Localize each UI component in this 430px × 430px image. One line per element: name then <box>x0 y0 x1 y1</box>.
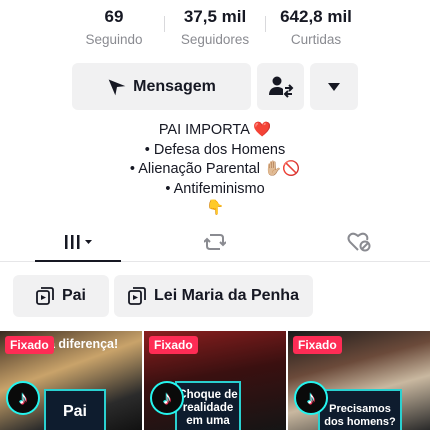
video-caption-top: a diferença! <box>48 337 119 351</box>
heart-hidden-icon <box>347 232 371 252</box>
likes-label: Curtidas <box>290 32 342 47</box>
bio-line: • Defesa dos Homens <box>144 141 286 158</box>
following-count: 69 <box>104 7 124 26</box>
pinned-badge: Fixado <box>5 336 54 354</box>
pinned-badge: Fixado <box>149 336 198 354</box>
bio-line: 👇 <box>205 200 225 216</box>
message-button-label: Mensagem <box>133 77 216 95</box>
playlist-icon <box>36 287 54 305</box>
tiktok-logo-icon: ♪ <box>150 381 184 415</box>
tab-videos[interactable] <box>38 222 118 262</box>
message-button[interactable]: Mensagem <box>72 63 251 110</box>
following-label: Seguindo <box>85 32 143 47</box>
tab-liked[interactable] <box>319 222 399 262</box>
playlist-label: Pai <box>61 287 86 304</box>
person-swap-icon <box>268 76 293 98</box>
profile-bio: PAI IMPORTA ❤️ • Defesa dos Homens • Ali… <box>0 121 430 219</box>
playlist-icon <box>128 287 146 305</box>
send-icon <box>108 79 126 95</box>
followers-count: 37,5 mil <box>183 7 247 26</box>
active-tab-indicator <box>35 260 121 262</box>
suggested-accounts-button[interactable] <box>257 63 304 110</box>
playlist-chip[interactable]: Lei Maria da Penha <box>114 275 313 317</box>
bio-line: PAI IMPORTA ❤️ <box>158 122 272 138</box>
likes-stat[interactable]: 642,8 mil Curtidas <box>266 6 366 49</box>
tiktok-logo-icon: ♪ <box>294 381 328 415</box>
more-options-button[interactable] <box>310 63 358 110</box>
video-caption-box: Precisamos dos homens? <box>318 389 402 430</box>
profile-tabs <box>0 222 430 262</box>
followers-label: Seguidores <box>180 32 250 47</box>
tab-reposts[interactable] <box>175 222 255 262</box>
video-caption-box: Pai <box>44 389 106 430</box>
bio-line: • Antifeminismo <box>165 180 265 197</box>
playlist-chip[interactable]: Pai <box>13 275 109 317</box>
grid-icon <box>65 235 92 249</box>
pinned-badge: Fixado <box>293 336 342 354</box>
profile-stats: 69 Seguindo 37,5 mil Seguidores 642,8 mi… <box>0 6 430 54</box>
tiktok-logo-icon: ♪ <box>6 381 40 415</box>
likes-count: 642,8 mil <box>280 7 352 26</box>
following-stat[interactable]: 69 Seguindo <box>64 6 164 49</box>
caret-down-icon <box>328 82 340 91</box>
video-caption-box: Choque de realidade em uma <box>175 381 241 430</box>
followers-stat[interactable]: 37,5 mil Seguidores <box>165 6 265 49</box>
playlist-label: Lei Maria da Penha <box>154 287 299 304</box>
video-grid: Fixado a diferença! ♪ Fixado ♪ Fixado ♪ … <box>0 331 430 430</box>
bio-line: • Alienação Parental ✋🏼🚫 <box>129 161 301 177</box>
repost-icon <box>204 234 226 250</box>
